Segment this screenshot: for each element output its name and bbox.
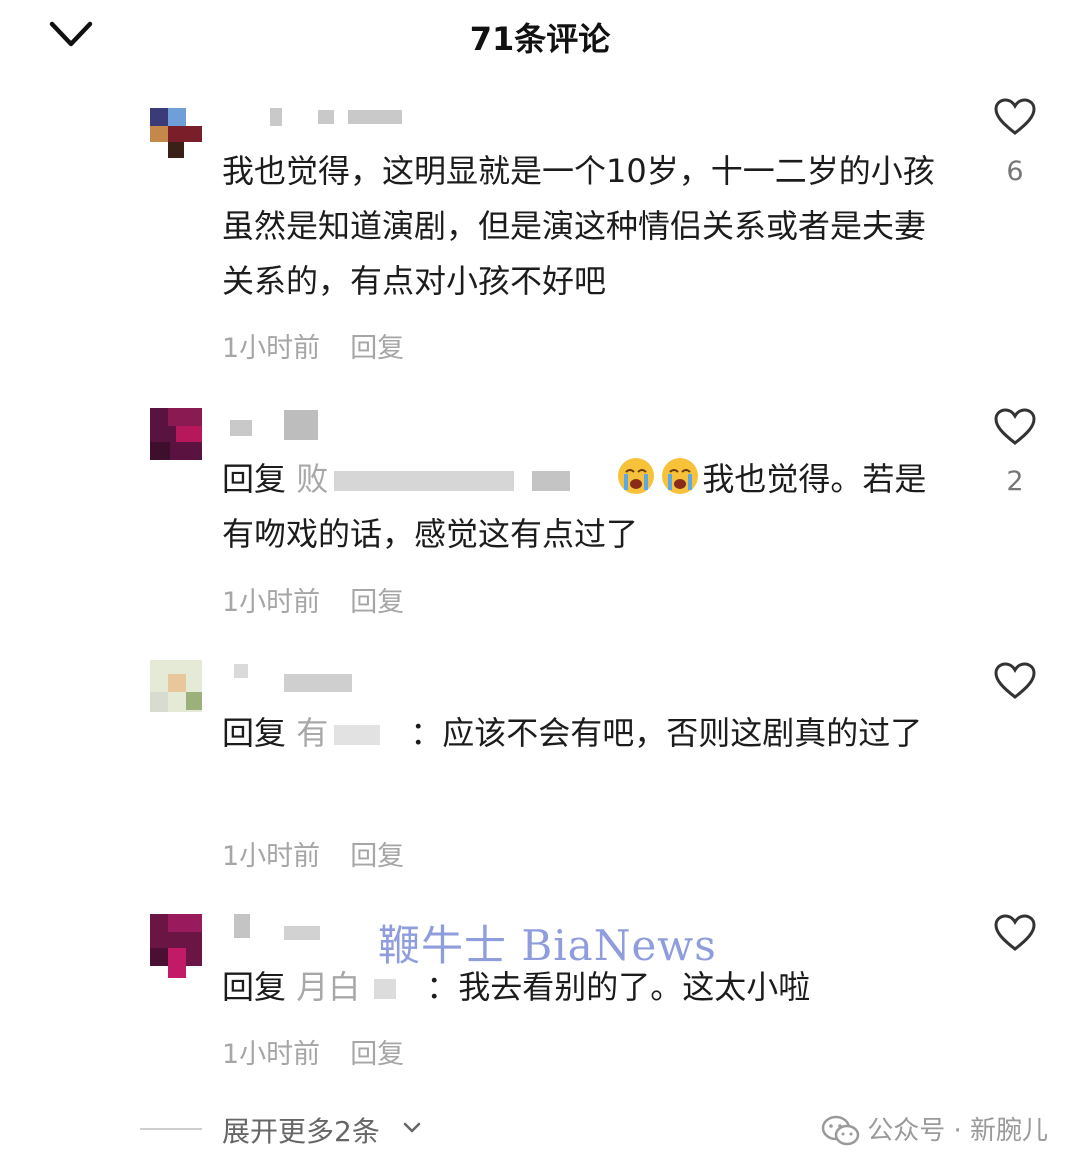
- source-credit: 公众号 · 新腕儿: [821, 1110, 1048, 1147]
- like-group: 2: [990, 408, 1040, 497]
- reply-text: 我去看别的了。这太小啦: [458, 968, 811, 1006]
- comment-text: 我也觉得，这明显就是一个10岁，十一二岁的小孩虽然是知道演剧，但是演这种情侣关系…: [222, 152, 935, 300]
- comment-meta: 1小时前 回复: [222, 1032, 404, 1071]
- avatar[interactable]: [150, 108, 202, 160]
- username-blurred[interactable]: [222, 912, 342, 942]
- reply-button[interactable]: 回复: [350, 1039, 404, 1070]
- username-blurred: [334, 471, 515, 491]
- reply-prefix: 回复: [222, 968, 287, 1006]
- expand-more-replies[interactable]: 展开更多2条: [140, 1108, 640, 1152]
- divider: [140, 1128, 202, 1130]
- like-group: 6: [990, 98, 1040, 187]
- reply-button[interactable]: 回复: [350, 587, 404, 618]
- heart-icon[interactable]: [994, 408, 1036, 446]
- comment-time: 1小时前: [222, 1039, 321, 1070]
- reply-text: 应该不会有吧，否则这剧真的过了: [442, 714, 923, 752]
- like-group: [990, 662, 1040, 700]
- heart-icon[interactable]: [994, 662, 1036, 700]
- comment-meta: 1小时前 回复: [222, 580, 404, 619]
- comment-text: 回复 败 我也觉得。若是有吻戏的话，感觉这有点过了: [222, 452, 942, 562]
- comments-header: 71条评论: [0, 0, 1080, 80]
- heart-icon[interactable]: [994, 914, 1036, 952]
- avatar[interactable]: [150, 408, 202, 460]
- username-blurred[interactable]: [222, 102, 422, 132]
- watermark: 鞭牛士 BiaNews: [378, 921, 717, 970]
- reply-prefix: 回复: [222, 714, 287, 752]
- expand-more-label[interactable]: 展开更多2条: [222, 1110, 380, 1150]
- chevron-down-icon: [403, 1122, 421, 1133]
- like-group: [990, 914, 1040, 952]
- heart-icon[interactable]: [994, 98, 1036, 136]
- username-blurred[interactable]: [222, 410, 342, 440]
- username-blurred: [532, 471, 571, 491]
- like-count: 2: [1006, 466, 1024, 497]
- comment-text: 回复 有：应该不会有吧，否则这剧真的过了: [222, 714, 923, 752]
- reply-target-name[interactable]: 败: [296, 460, 328, 498]
- comment-time: 1小时前: [222, 587, 321, 618]
- crying-emoji-icon: [616, 456, 656, 496]
- source-credit-text: 公众号 · 新腕儿: [867, 1116, 1048, 1146]
- avatar[interactable]: [150, 914, 202, 978]
- comment-time: 1小时前: [222, 841, 321, 872]
- page-title: 71条评论: [469, 20, 611, 58]
- crying-emoji-icon: [660, 456, 700, 496]
- reply-button[interactable]: 回复: [350, 841, 404, 872]
- username-blurred: [334, 725, 381, 745]
- reply-target-name[interactable]: 月白: [296, 968, 360, 1006]
- reply-target-name[interactable]: 有: [296, 714, 328, 752]
- comment-time: 1小时前: [222, 333, 321, 364]
- username-blurred[interactable]: [222, 660, 362, 692]
- comment-meta: 1小时前 回复: [222, 326, 404, 365]
- wechat-icon: [821, 1115, 860, 1146]
- username-blurred: [374, 979, 397, 999]
- reply-button[interactable]: 回复: [350, 333, 404, 364]
- like-count: 6: [1006, 156, 1024, 187]
- reply-prefix: 回复: [222, 460, 287, 498]
- avatar[interactable]: [150, 660, 202, 712]
- comment-meta: 1小时前 回复: [222, 834, 404, 873]
